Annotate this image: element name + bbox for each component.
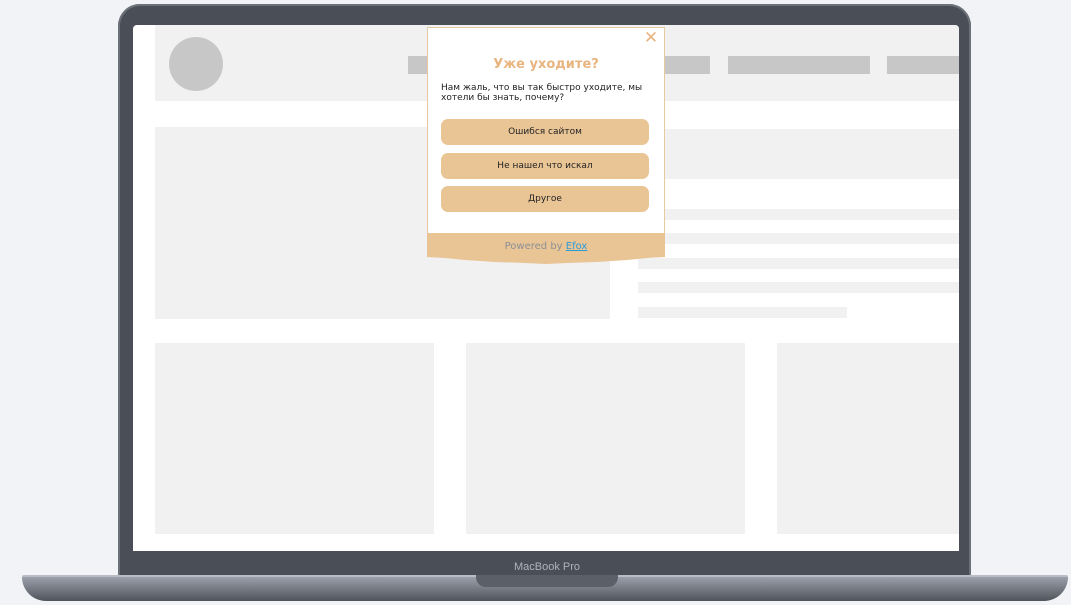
popup-footer: Powered by Efox — [427, 233, 665, 264]
text-line-placeholder — [638, 258, 959, 269]
popup-message: Нам жаль, что вы так быстро уходите, мы … — [441, 83, 643, 103]
text-line-placeholder — [638, 233, 959, 244]
nav-placeholder — [664, 56, 710, 74]
laptop-notch — [476, 575, 618, 587]
text-line-placeholder — [638, 209, 959, 220]
option-other-button[interactable]: Другое — [441, 186, 649, 212]
powered-by-text: Powered by — [504, 241, 563, 252]
popup-title: Уже уходите? — [493, 57, 599, 72]
card-placeholder — [155, 343, 434, 534]
text-line-placeholder — [638, 282, 959, 293]
efox-link[interactable]: Efox — [566, 241, 588, 252]
device-label: MacBook Pro — [513, 561, 581, 573]
close-icon[interactable]: ✕ — [642, 29, 660, 47]
exit-popup: ✕ Уже уходите? Нам жаль, что вы так быст… — [427, 27, 665, 234]
text-line-placeholder — [638, 307, 847, 318]
option-wrong-site-button[interactable]: Ошибся сайтом — [441, 119, 649, 145]
card-placeholder — [777, 343, 959, 534]
nav-placeholder — [887, 56, 959, 74]
logo-placeholder — [169, 37, 223, 91]
powered-by: Powered by Efox — [427, 241, 665, 252]
nav-placeholder — [728, 56, 870, 74]
heading-placeholder — [638, 129, 959, 179]
card-placeholder — [466, 343, 745, 534]
option-not-found-button[interactable]: Не нашел что искал — [441, 153, 649, 179]
